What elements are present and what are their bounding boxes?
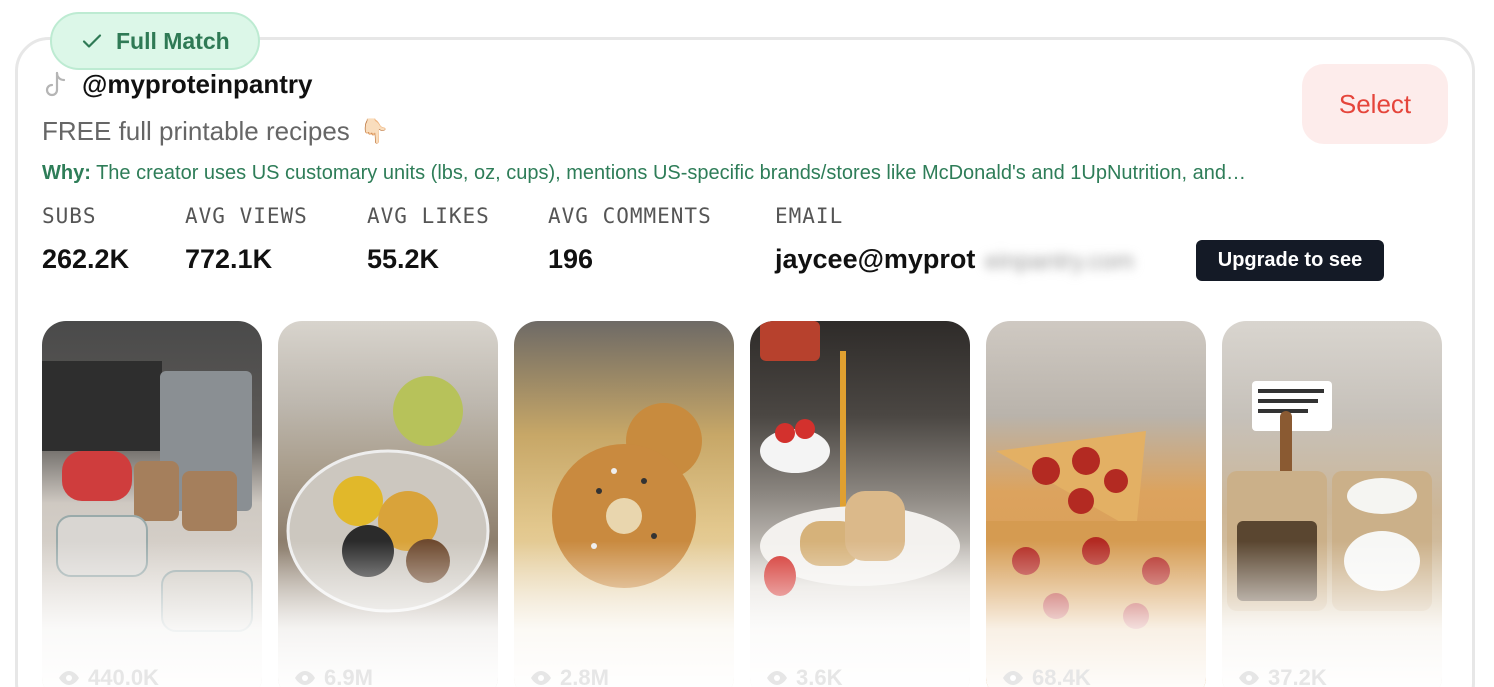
view-count-label: 6.9M (324, 665, 373, 687)
eye-icon (767, 671, 787, 685)
video-thumbnail[interactable]: 2.8M (514, 321, 734, 687)
eye-icon (531, 671, 551, 685)
stat-label-avg-views: AVG VIEWS (185, 204, 308, 228)
video-thumbnail[interactable]: 6.9M (278, 321, 498, 687)
stat-label-subs: SUBS (42, 204, 97, 228)
email-visible-part: jaycee@myprot (775, 244, 976, 274)
email-hidden-part: einpantry.com (985, 248, 1134, 275)
check-icon (82, 34, 102, 48)
why-label: Why: (42, 162, 91, 184)
stat-value-avg-likes: 55.2K (367, 244, 440, 274)
why-text: The creator uses US customary units (lbs… (96, 162, 1246, 184)
badge-label: Full Match (116, 27, 230, 54)
video-thumbnail[interactable]: 37.2K (1222, 321, 1442, 687)
video-thumbnail[interactable]: 68.4K (986, 321, 1206, 687)
view-count-label: 2.8M (560, 665, 609, 687)
bio-emoji: 👇🏻 (359, 118, 390, 145)
eye-icon (59, 671, 79, 685)
eye-icon (1003, 671, 1023, 685)
view-count: 440.0K (58, 665, 159, 687)
bio-text: FREE full printable recipes (42, 116, 350, 146)
view-count-label: 68.4K (1032, 665, 1091, 687)
view-count: 6.9M (294, 665, 373, 687)
select-button[interactable]: Select (1302, 64, 1448, 144)
stat-label-avg-likes: AVG LIKES (367, 204, 490, 228)
creator-handle[interactable]: @myproteinpantry (82, 69, 313, 100)
video-thumbnail[interactable]: 440.0K (42, 321, 262, 687)
video-thumbnail[interactable]: 3.6K (750, 321, 970, 687)
view-count: 2.8M (530, 665, 609, 687)
stat-value-avg-views: 772.1K (185, 244, 273, 274)
eye-icon (1239, 671, 1259, 685)
eye-icon (295, 671, 315, 685)
view-count-label: 3.6K (796, 665, 843, 687)
creator-bio: FREE full printable recipes 👇🏻 (42, 116, 390, 147)
stat-label-email: EMAIL (775, 204, 844, 228)
stat-value-avg-comments: 196 (548, 244, 594, 274)
upgrade-button[interactable]: Upgrade to see (1196, 240, 1384, 281)
full-match-badge: Full Match (50, 12, 260, 70)
stat-label-avg-comments: AVG COMMENTS (548, 204, 712, 228)
view-count-label: 440.0K (88, 665, 159, 687)
view-count: 68.4K (1002, 665, 1091, 687)
view-count: 37.2K (1238, 665, 1327, 687)
tiktok-icon (45, 71, 66, 97)
view-count: 3.6K (766, 665, 842, 687)
view-count-label: 37.2K (1268, 665, 1327, 687)
stat-value-subs: 262.2K (42, 244, 130, 274)
match-reason: Why: The creator uses US customary units… (42, 162, 1246, 185)
